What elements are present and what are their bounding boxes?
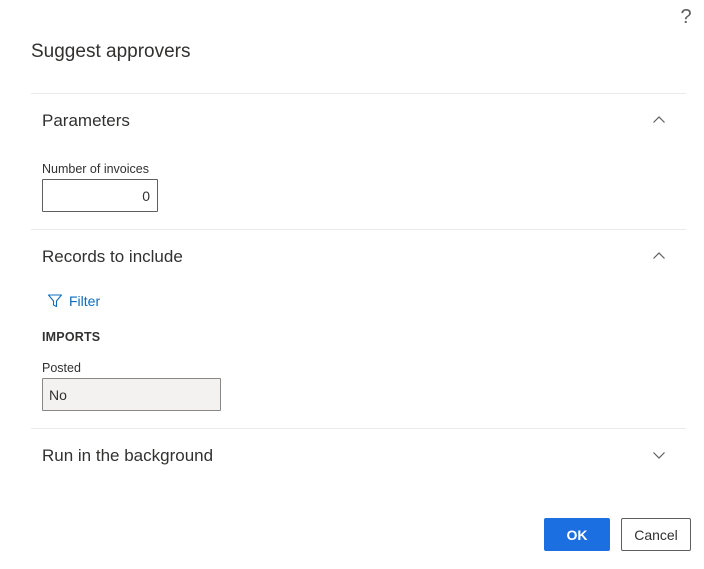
- filter-label: Filter: [69, 293, 101, 309]
- chevron-up-icon: [653, 116, 665, 123]
- section-title: Run in the background: [42, 446, 214, 465]
- divider: [31, 93, 686, 94]
- divider: [31, 229, 686, 230]
- posted-field[interactable]: [42, 378, 221, 411]
- posted-label: Posted: [42, 361, 81, 375]
- help-icon[interactable]: ?: [676, 6, 696, 28]
- section-header-records[interactable]: Records to include: [31, 239, 686, 275]
- number-of-invoices-input[interactable]: [42, 179, 158, 212]
- section-header-background[interactable]: Run in the background: [31, 438, 686, 474]
- number-of-invoices-label: Number of invoices: [42, 162, 149, 176]
- chevron-down-icon: [653, 452, 665, 459]
- imports-group-label: IMPORTS: [42, 330, 101, 344]
- filter-icon: [47, 294, 63, 308]
- section-title: Records to include: [42, 247, 183, 266]
- cancel-button[interactable]: Cancel: [621, 518, 691, 551]
- ok-button[interactable]: OK: [544, 518, 610, 551]
- section-title: Parameters: [42, 111, 130, 130]
- divider: [31, 428, 686, 429]
- section-header-parameters[interactable]: Parameters: [31, 103, 686, 139]
- filter-button[interactable]: Filter: [47, 291, 100, 311]
- dialog-title: Suggest approvers: [31, 41, 191, 62]
- chevron-up-icon: [653, 252, 665, 259]
